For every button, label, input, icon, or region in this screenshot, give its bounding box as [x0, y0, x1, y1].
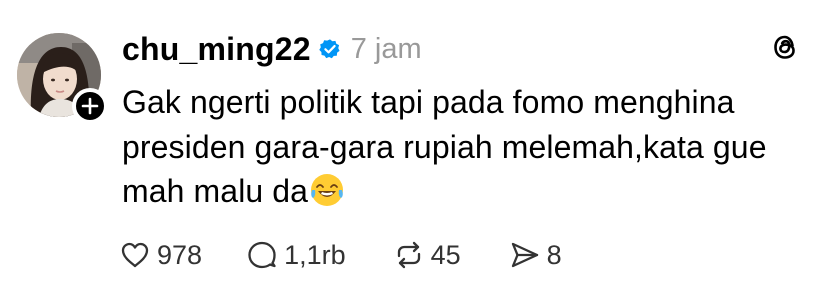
post-body: Gak ngerti politik tapi pada fomo menghi…	[122, 80, 812, 214]
follow-button[interactable]	[72, 88, 108, 124]
reply-count: 1,1rb	[284, 239, 346, 270]
repost-button[interactable]: 45	[393, 239, 461, 271]
post-text-line: presiden gara-gara rupiah melemah,kata g…	[122, 128, 767, 165]
like-button[interactable]: 978	[119, 239, 202, 271]
comment-icon	[246, 239, 278, 271]
author-avatar-container[interactable]	[17, 33, 108, 124]
post-text-line: mah malu da	[122, 173, 309, 209]
verified-badge-icon	[318, 38, 341, 60]
username-link[interactable]: chu_ming22	[122, 31, 311, 68]
send-icon	[509, 239, 541, 271]
post-timestamp[interactable]: 7 jam	[351, 33, 422, 66]
threads-logo-icon[interactable]	[769, 31, 801, 63]
repost-count: 45	[430, 239, 461, 270]
post-header: chu_ming22 7 jam	[122, 24, 422, 74]
thread-post: chu_ming22 7 jam Gak ngerti politik tapi…	[0, 0, 828, 289]
heart-icon	[119, 239, 151, 271]
plus-icon	[81, 97, 99, 115]
post-text-line: Gak ngerti politik tapi pada fomo menghi…	[122, 84, 735, 120]
like-count: 978	[157, 239, 203, 270]
reply-button[interactable]: 1,1rb	[246, 239, 346, 271]
share-button[interactable]: 8	[509, 239, 562, 271]
post-actions: 978 1,1rb 45 8	[119, 236, 606, 274]
laughing-tears-emoji	[309, 172, 345, 208]
repost-icon	[393, 239, 425, 271]
share-count: 8	[546, 239, 562, 270]
